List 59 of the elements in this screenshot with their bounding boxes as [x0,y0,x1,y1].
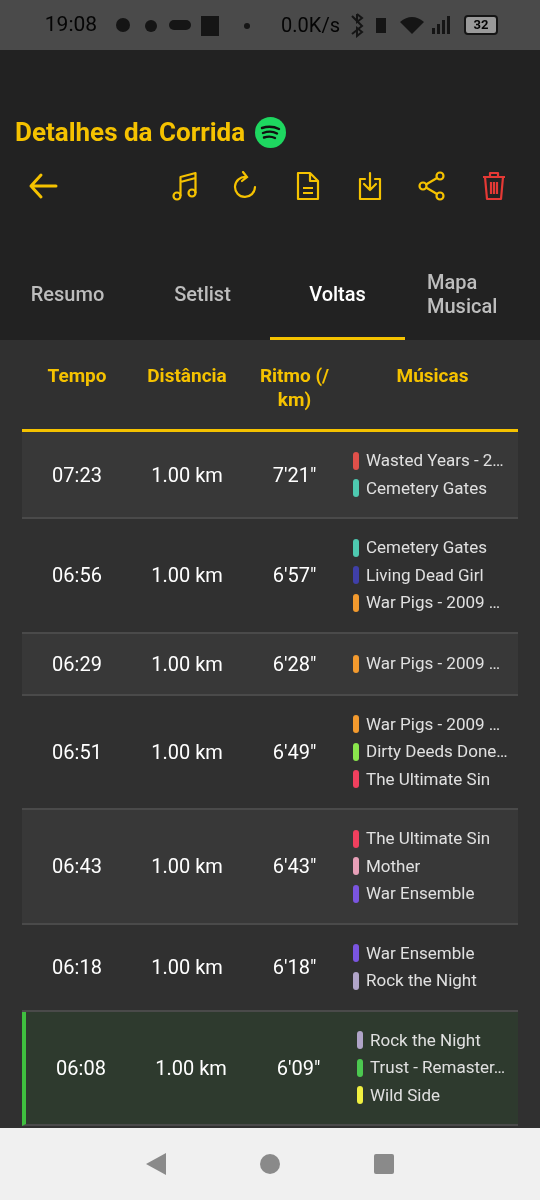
song-title: Rock the Night [366,969,477,992]
table-cell: 07:23 [52,462,102,487]
table-cell: 6'43" [272,854,317,879]
table-cell: 1.00 km [151,854,223,879]
table-cell: 06:56 [52,563,102,588]
tab[interactable]: Voltas [270,248,405,340]
home-circle-icon[interactable] [259,1153,281,1175]
song-title: Dirty Deeds Done… [366,740,508,763]
song-title: Trust - Remaster… [370,1056,506,1079]
table-cell: 1.00 km [151,955,223,979]
table-cell: 6'49" [272,739,317,764]
table-cell: 6'57" [272,563,317,588]
table-cell: 06:43 [52,854,102,879]
table-cell: 1.00 km [155,1055,227,1080]
song-title: Wild Side [370,1083,440,1107]
column-header: Ritmo (/ km) [258,364,331,412]
song-title: War Ensemble [366,941,475,965]
song-title: War Ensemble [366,882,475,905]
lap-row[interactable]: 06:08 1.00 km 6'09" Rock the Night Trust - Remaster… Wild Side [22,1011,518,1126]
song-title: Wasted Years - 2… [366,449,504,472]
table-cell: 6'18" [272,955,317,979]
table-cell: 1.00 km [151,651,223,676]
song-title: Living Dead Girl [366,563,484,587]
lap-row[interactable]: 06:43 1.00 km 6'43" The Ultimate Sin Mother War Ensemble [22,810,518,925]
table-cell: 06:18 [52,955,102,979]
tab[interactable]: Setlist [135,248,270,340]
network-speed: 0.0K/s [281,12,340,39]
back-triangle-icon[interactable] [145,1152,167,1176]
song-title: War Pigs - 2009 … [366,591,501,614]
tab[interactable]: Resumo [0,248,135,340]
song-title: The Ultimate Sin [366,767,491,791]
table-cell: 6'09" [276,1055,321,1080]
status-time: 19:08 [44,11,98,39]
song-title: War Pigs - 2009 … [366,651,501,675]
lap-row[interactable]: 06:29 1.00 km 6'28" War Pigs - 2009 … [22,633,518,696]
lap-row[interactable]: 07:23 1.00 km 7'21" Wasted Years - 2… Cemetery Gates [22,432,518,519]
song-title: War Pigs - 2009 … [366,712,501,736]
tab[interactable]: Mapa Musical [405,248,540,340]
song-title: Rock the Night [370,1028,481,1052]
column-header: Tempo [47,364,107,388]
song-title: The Ultimate Sin [366,827,491,850]
table-cell: 1.00 km [151,462,223,487]
column-header: Músicas [396,364,469,388]
spotify-logo-icon [255,116,287,148]
table-cell: 06:51 [52,739,102,764]
table-cell: 06:29 [52,651,102,676]
table-cell: 06:08 [56,1055,106,1080]
song-title: Cemetery Gates [366,536,487,559]
recents-square-icon[interactable] [373,1153,395,1175]
table-cell: 1.00 km [151,563,223,588]
song-title: Cemetery Gates [366,476,487,500]
battery-level: 32 [473,16,489,35]
table-cell: 1.00 km [151,739,223,764]
table-cell: 7'21" [272,462,317,487]
page-title: Detalhes da Corrida [15,115,246,149]
column-header: Distância [147,364,227,388]
song-title: Mother [366,854,421,878]
back-arrow-icon [28,172,58,200]
table-cell: 6'28" [272,651,317,676]
